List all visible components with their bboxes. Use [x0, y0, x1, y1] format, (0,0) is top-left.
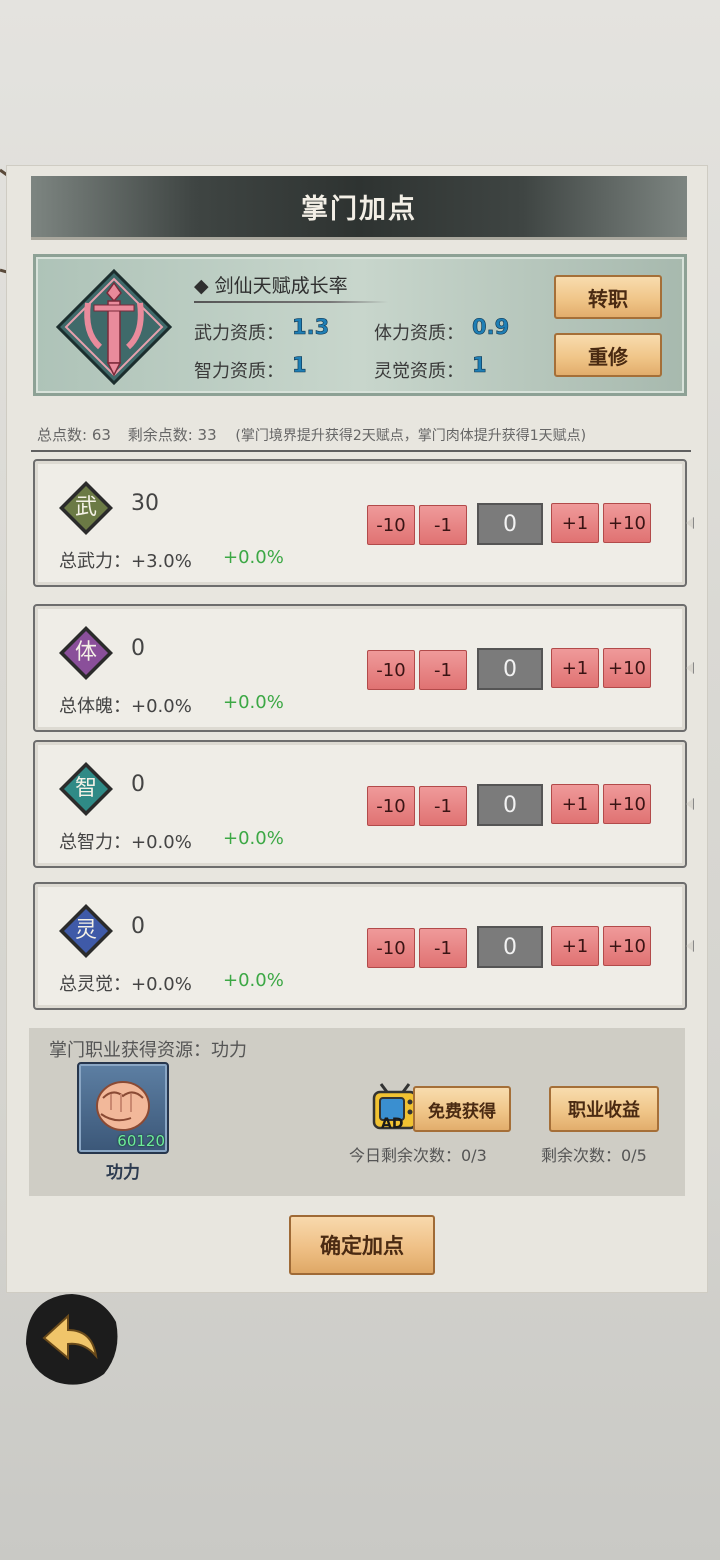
card-tab — [686, 517, 694, 529]
retrain-button[interactable]: 重修 — [554, 333, 662, 377]
plus-10-button[interactable]: +10 — [603, 503, 651, 543]
minus-10-button[interactable]: -10 — [367, 650, 415, 690]
item-count: 60120 — [117, 1132, 165, 1150]
plus-1-button[interactable]: +1 — [551, 648, 599, 688]
stat-label-physique: 体力资质： — [374, 323, 464, 344]
growth-rate-title: ◆ 剑仙天赋成长率 — [194, 275, 348, 297]
item-tile-gongli[interactable]: 60120 — [77, 1062, 169, 1154]
physique-alloc-input[interactable]: 0 — [477, 648, 543, 690]
minus-1-button[interactable]: -1 — [419, 505, 467, 545]
points-note: (掌门境界提升获得2天赋点，掌门肉体提升获得1天赋点) — [235, 428, 587, 444]
card-tab — [686, 940, 694, 952]
plus-1-button[interactable]: +1 — [551, 926, 599, 966]
minus-1-button[interactable]: -1 — [419, 650, 467, 690]
plus-10-button[interactable]: +10 — [603, 784, 651, 824]
remaining-points: 剩余点数: 33 — [127, 426, 217, 444]
career-income-button[interactable]: 职业收益 — [549, 1086, 659, 1132]
stat-value-strength: 1.3 — [292, 315, 330, 340]
minus-1-button[interactable]: -1 — [419, 786, 467, 826]
perception-total: 总灵觉：+0.0% — [59, 974, 192, 995]
perception-value: 0 — [131, 914, 145, 939]
physique-total: 总体魄：+0.0% — [59, 696, 192, 717]
career-remaining-count: 剩余次数：0/5 — [541, 1146, 647, 1165]
confirm-allocation-button[interactable]: 确定加点 — [289, 1215, 435, 1275]
plus-1-button[interactable]: +1 — [551, 503, 599, 543]
minus-10-button[interactable]: -10 — [367, 505, 415, 545]
divider — [31, 450, 691, 452]
intellect-glyph: 智 — [74, 776, 97, 801]
physique-value: 0 — [131, 636, 145, 661]
attribute-card-physique: 体 0 总体魄：+0.0% +0.0% -10 -1 0 +1 +10 — [33, 604, 694, 732]
resource-box: 掌门职业获得资源：功力 60120 功力 AD 免费获得 今日剩余次数：0/3 … — [29, 1028, 685, 1196]
card-tab — [686, 798, 694, 810]
attribute-card-perception: 灵 0 总灵觉：+0.0% +0.0% -10 -1 0 +1 +10 — [33, 882, 694, 1010]
back-arrow-icon[interactable] — [22, 1290, 122, 1390]
plus-10-button[interactable]: +10 — [603, 926, 651, 966]
minus-10-button[interactable]: -10 — [367, 928, 415, 968]
stat-label-strength: 武力资质： — [194, 323, 284, 344]
intellect-bonus: +0.0% — [223, 828, 284, 849]
ad-label: AD — [381, 1116, 404, 1132]
perception-alloc-input[interactable]: 0 — [477, 926, 543, 968]
free-obtain-button[interactable]: 免费获得 — [413, 1086, 511, 1132]
title-bar: 掌门加点 — [31, 176, 687, 240]
stat-value-perception: 1 — [472, 353, 487, 378]
points-summary: 总点数: 63 剩余点数: 33 (掌门境界提升获得2天赋点，掌门肉体提升获得1… — [37, 424, 586, 445]
plus-1-button[interactable]: +1 — [551, 784, 599, 824]
perception-bonus: +0.0% — [223, 970, 284, 991]
strength-glyph: 武 — [74, 495, 97, 520]
resource-title: 掌门职业获得资源：功力 — [49, 1040, 247, 1061]
stat-label-perception: 灵觉资质： — [374, 361, 464, 382]
page-title: 掌门加点 — [301, 194, 417, 225]
card-tab — [686, 662, 694, 674]
stat-value-intellect: 1 — [292, 353, 307, 378]
stat-value-physique: 0.9 — [472, 315, 510, 340]
stat-label-intellect: 智力资质： — [194, 361, 284, 382]
intellect-alloc-input[interactable]: 0 — [477, 784, 543, 826]
minus-1-button[interactable]: -1 — [419, 928, 467, 968]
attribute-card-strength: 武 30 总武力：+3.0% +0.0% -10 -1 0 +1 +10 — [33, 459, 694, 587]
fist-icon — [96, 1081, 150, 1131]
intellect-total: 总智力：+0.0% — [59, 832, 192, 853]
sword-emblem-icon — [55, 268, 173, 386]
minus-10-button[interactable]: -10 — [367, 786, 415, 826]
perception-glyph: 灵 — [74, 918, 97, 943]
strength-total: 总武力：+3.0% — [59, 551, 192, 572]
free-remaining-count: 今日剩余次数：0/3 — [349, 1146, 487, 1165]
plus-10-button[interactable]: +10 — [603, 648, 651, 688]
physique-bonus: +0.0% — [223, 692, 284, 713]
transfer-class-button[interactable]: 转职 — [554, 275, 662, 319]
intellect-value: 0 — [131, 772, 145, 797]
attribute-panel: 掌门加点 ◆ 剑仙天赋成长率 武力资质： 1.3 体力资质： 0.9 智力资质：… — [6, 165, 708, 1293]
strength-alloc-input[interactable]: 0 — [477, 503, 543, 545]
strength-bonus: +0.0% — [223, 547, 284, 568]
physique-glyph: 体 — [74, 640, 97, 665]
item-name: 功力 — [106, 1163, 140, 1183]
strength-value: 30 — [131, 491, 159, 516]
class-info-box: ◆ 剑仙天赋成长率 武力资质： 1.3 体力资质： 0.9 智力资质： 1 灵觉… — [33, 254, 687, 396]
attribute-card-intellect: 智 0 总智力：+0.0% +0.0% -10 -1 0 +1 +10 — [33, 740, 694, 868]
divider — [194, 301, 388, 303]
total-points: 总点数: 63 — [37, 426, 111, 444]
